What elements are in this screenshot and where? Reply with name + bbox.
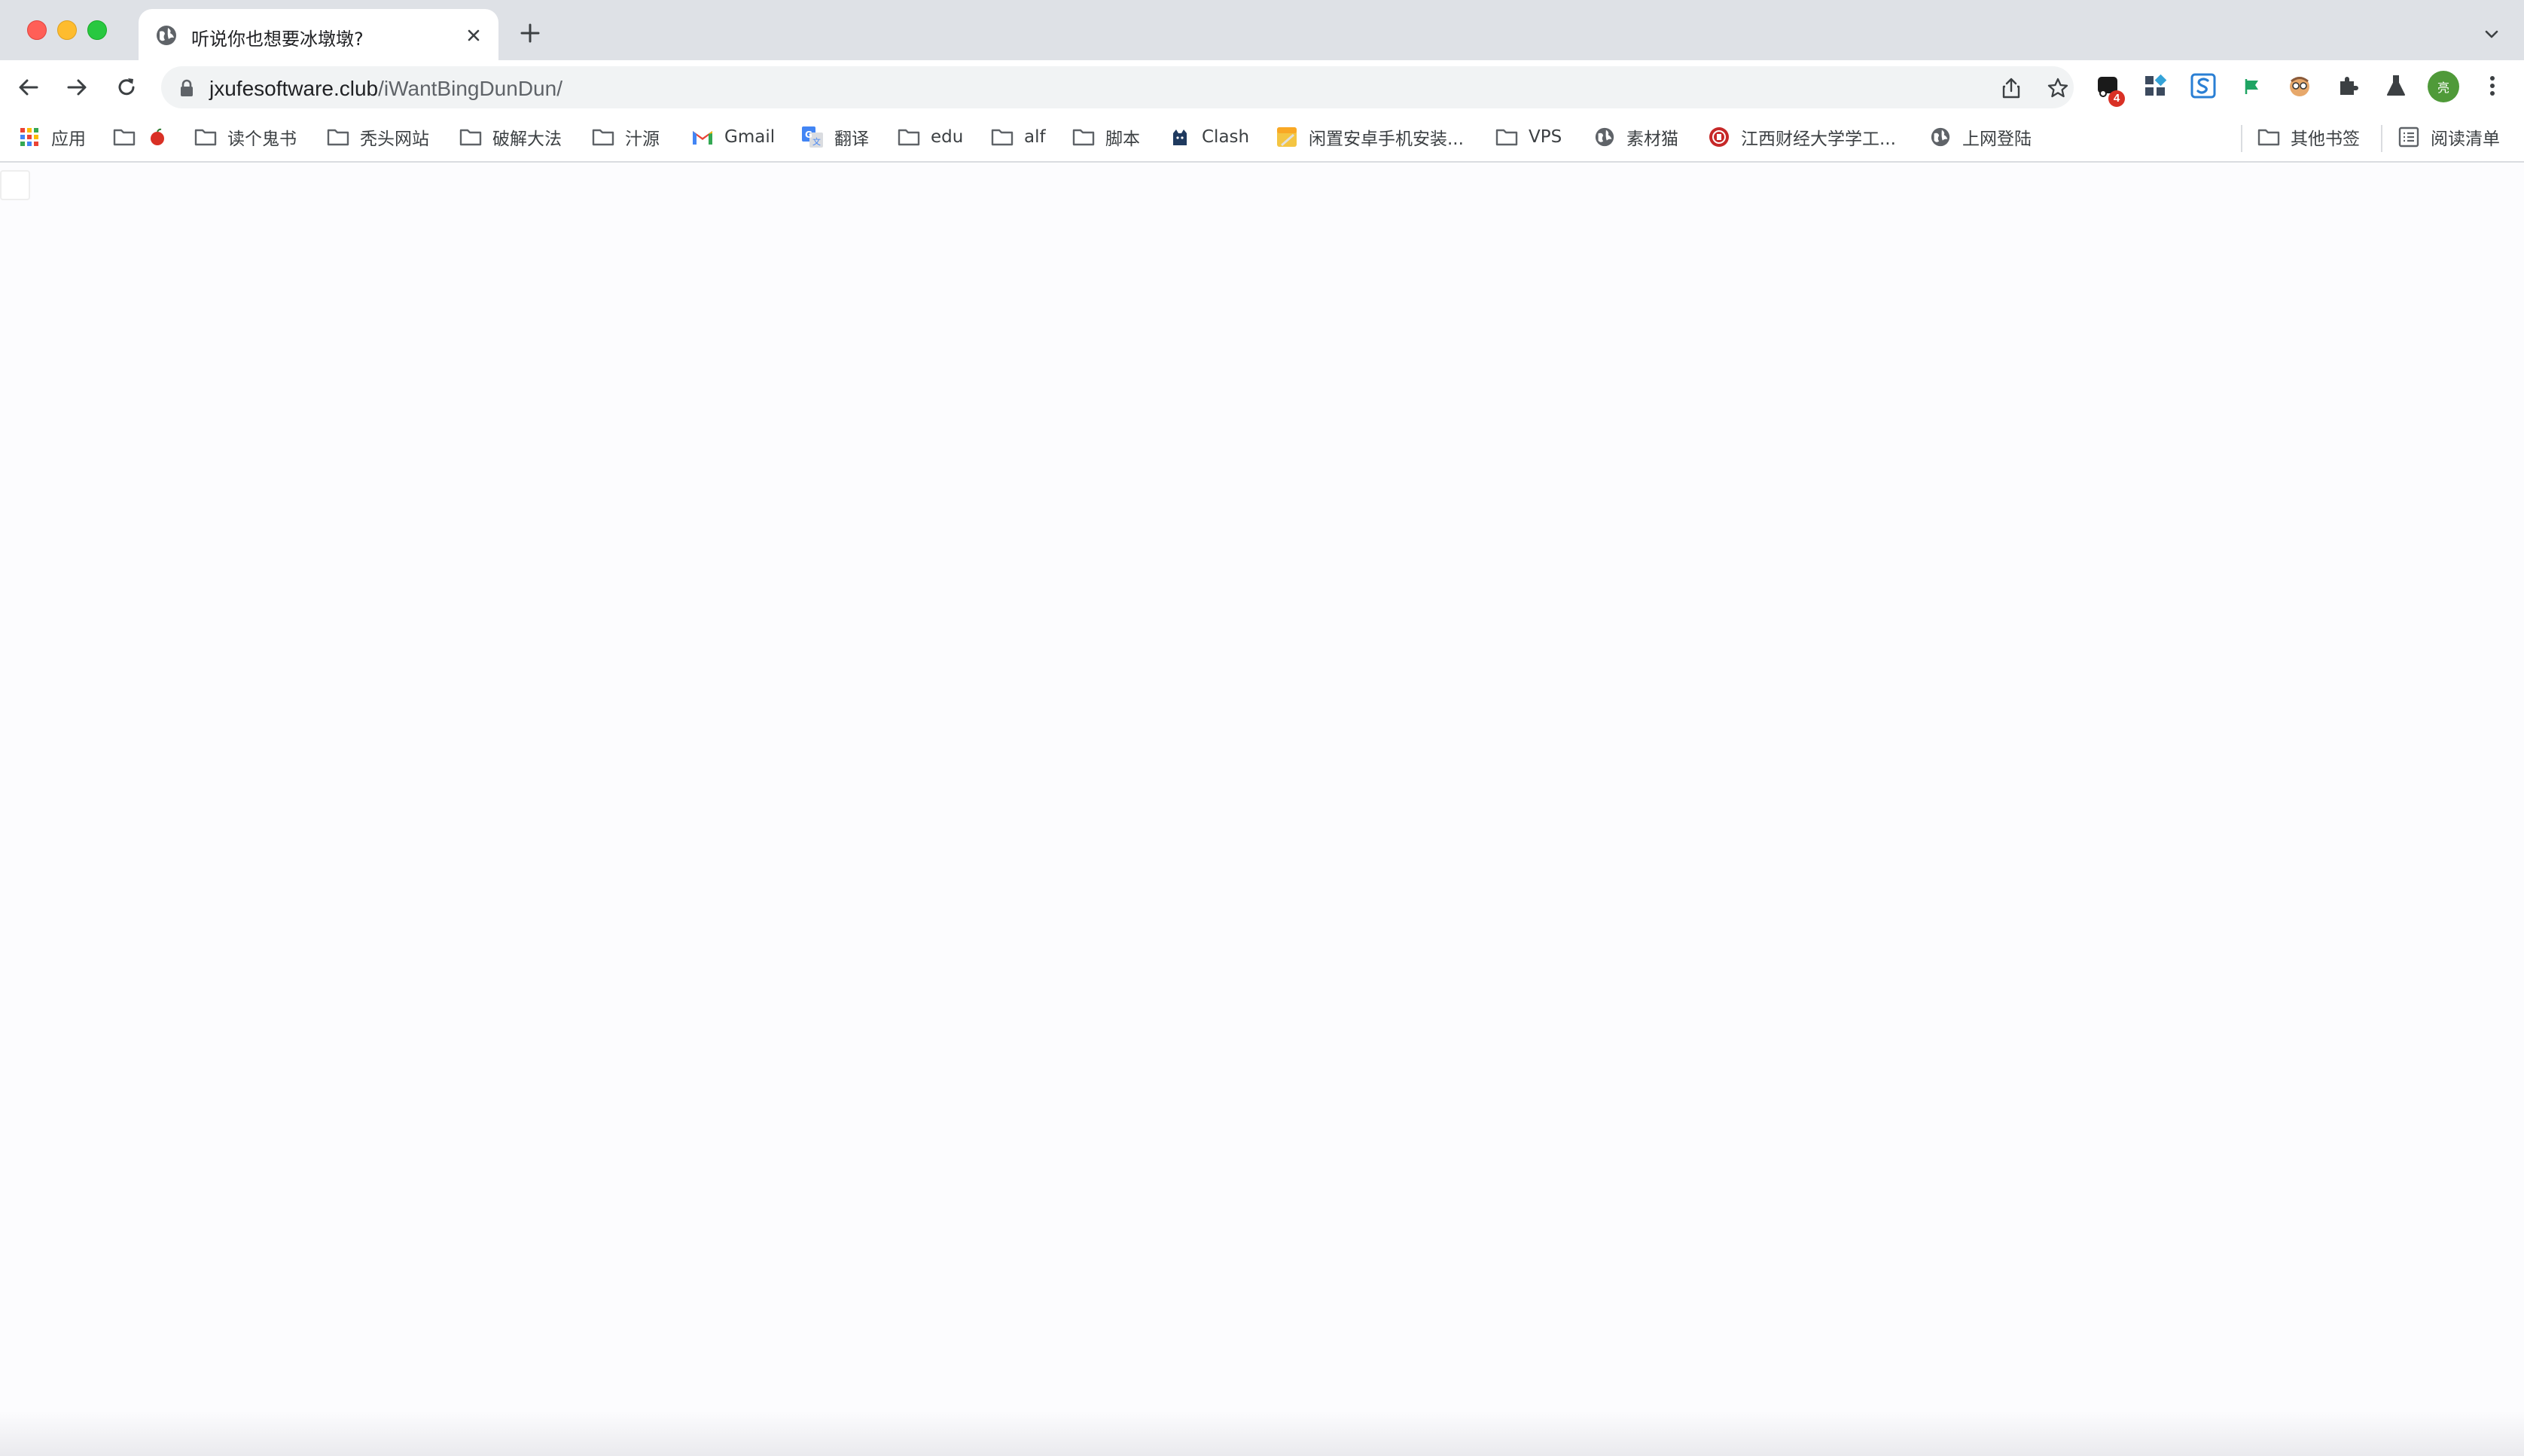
bookmark-folder-vps[interactable]: VPS — [1495, 122, 1562, 152]
gmail-icon — [691, 126, 714, 148]
folder-icon — [194, 126, 217, 148]
bookmark-gmail[interactable]: Gmail — [691, 122, 775, 152]
extension-grid-icon[interactable] — [2140, 71, 2170, 101]
bookmark-clash[interactable]: Clash — [1169, 122, 1249, 152]
folder-icon — [2257, 126, 2280, 148]
translate-icon: G文 — [801, 126, 824, 148]
new-tab-plus-icon[interactable] — [517, 20, 544, 47]
folder-icon — [1495, 126, 1518, 148]
bookmark-label: 素材猫 — [1626, 129, 1678, 149]
bookmark-label: 应用 — [51, 129, 86, 149]
bookmark-android-note[interactable]: 闲置安卓手机安装... — [1276, 122, 1464, 152]
bookmark-other-folder[interactable]: 其他书签 — [2257, 122, 2360, 152]
apple-icon — [146, 126, 169, 148]
extension-mascot-icon[interactable] — [2285, 71, 2315, 101]
page-content — [0, 164, 2524, 1456]
bookmark-folder-edu[interactable]: edu — [898, 122, 963, 152]
bookmark-label: 读个鬼书 — [227, 129, 297, 149]
menu-kebab-icon[interactable] — [2477, 71, 2507, 101]
svg-text:文: 文 — [812, 136, 821, 147]
bookmark-label: VPS — [1529, 127, 1562, 147]
bookmark-label: 翻译 — [834, 129, 869, 149]
reading-list-button[interactable]: 阅读清单 — [2397, 122, 2500, 152]
reload-icon[interactable] — [110, 71, 143, 104]
bookmark-sucaimao[interactable]: 素材猫 — [1593, 122, 1678, 152]
image-placeholder — [0, 170, 30, 200]
folder-icon — [113, 126, 136, 148]
bookmark-label: alf — [1024, 127, 1046, 147]
bookmark-label: edu — [931, 127, 964, 147]
bookmark-translate[interactable]: G文 翻译 — [801, 122, 869, 152]
bookmark-folder-source[interactable]: 汁源 — [592, 122, 660, 152]
clash-cat-icon — [1169, 126, 1191, 148]
bookmark-label: Clash — [1202, 127, 1250, 147]
tab-close-icon[interactable] — [461, 23, 486, 48]
extensions-puzzle-icon[interactable] — [2333, 71, 2363, 101]
bookmark-label: 阅读清单 — [2431, 129, 2500, 149]
reading-list-icon — [2397, 126, 2420, 148]
svg-text:G: G — [805, 129, 812, 140]
bookmark-folder-alf[interactable]: alf — [991, 122, 1046, 152]
bookmark-label: 上网登陆 — [1962, 129, 2032, 149]
bookmarks-divider — [2381, 125, 2382, 152]
window-maximize-button[interactable] — [87, 20, 107, 40]
forward-arrow-icon[interactable] — [60, 71, 93, 104]
tab-title: 听说你也想要冰墩墩? — [191, 29, 364, 50]
window-minimize-button[interactable] — [57, 20, 77, 40]
tab-strip: 听说你也想要冰墩墩? — [0, 0, 2524, 60]
tab-active[interactable]: 听说你也想要冰墩墩? — [139, 9, 498, 60]
url-path: /iWantBingDunDun/ — [378, 77, 562, 100]
apps-grid-icon — [18, 126, 41, 148]
bookmark-net-login[interactable]: 上网登陆 — [1929, 122, 2032, 152]
profile-avatar[interactable]: 亮 — [2428, 71, 2459, 102]
bookmark-folder-crack[interactable]: 破解大法 — [459, 122, 562, 152]
bookmark-jxufe[interactable]: 江西财经大学学工... — [1708, 122, 1896, 152]
url-host: jxufesoftware.club — [209, 77, 379, 100]
bookmark-folder-apple[interactable] — [113, 122, 169, 152]
bookmark-label: 汁源 — [625, 129, 660, 149]
globe-icon — [1929, 126, 1952, 148]
bookmark-label: 破解大法 — [492, 129, 562, 149]
share-icon[interactable] — [1998, 75, 2024, 101]
bookmark-star-icon[interactable] — [2045, 75, 2071, 101]
globe-icon — [155, 24, 178, 47]
extension-badge: 4 — [2108, 90, 2125, 107]
note-icon — [1276, 126, 1298, 148]
folder-icon — [592, 126, 614, 148]
bookmark-label: 江西财经大学学工... — [1741, 129, 1896, 149]
labs-flask-icon[interactable] — [2381, 71, 2411, 101]
extension-flag-icon[interactable] — [2236, 71, 2266, 101]
bookmark-label: 其他书签 — [2291, 129, 2360, 149]
bottom-shadow — [0, 1411, 2524, 1456]
tab-search-chevron-down-icon[interactable] — [2479, 21, 2504, 47]
bookmark-folder-read[interactable]: 读个鬼书 — [194, 122, 297, 152]
folder-icon — [898, 126, 920, 148]
bookmark-label: Gmail — [724, 127, 776, 147]
bookmark-label: 秃头网站 — [360, 129, 429, 149]
folder-icon — [327, 126, 349, 148]
folder-icon — [991, 126, 1014, 148]
bookmarks-bar: 应用 读个鬼书 秃头网站 破解大法 汁源 Gmail G 文 翻译 edu al… — [0, 114, 2524, 163]
folder-icon — [1072, 126, 1095, 148]
window-close-button[interactable] — [27, 20, 47, 40]
globe-icon — [1593, 126, 1616, 148]
bookmark-folder-bald[interactable]: 秃头网站 — [327, 122, 429, 152]
bookmarks-divider — [2241, 125, 2242, 152]
back-arrow-icon[interactable] — [12, 71, 45, 104]
bookmark-apps[interactable]: 应用 — [18, 122, 86, 152]
url-text[interactable]: jxufesoftware.club/iWantBingDunDun/ — [209, 77, 562, 101]
lock-icon[interactable] — [178, 78, 196, 98]
address-bar[interactable]: jxufesoftware.club/iWantBingDunDun/ — [161, 66, 2074, 108]
bookmark-folder-script[interactable]: 脚本 — [1072, 122, 1140, 152]
bookmark-label: 闲置安卓手机安装... — [1309, 129, 1464, 149]
folder-icon — [459, 126, 482, 148]
extension-s-icon[interactable] — [2188, 71, 2218, 101]
bookmark-label: 脚本 — [1105, 129, 1140, 149]
university-seal-icon — [1708, 126, 1730, 148]
